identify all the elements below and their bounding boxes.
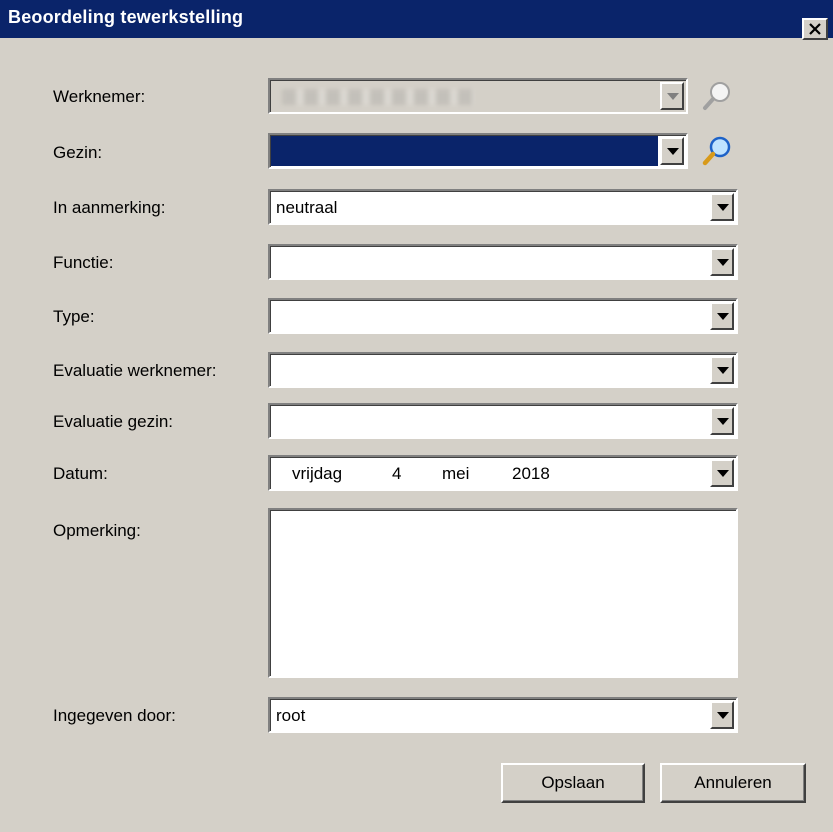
gezin-combobox[interactable] xyxy=(268,133,688,169)
gezin-selection-highlight xyxy=(271,136,658,166)
in-aanmerking-value: neutraal xyxy=(276,198,338,217)
datum-picker[interactable]: vrijdag 4 mei 2018 xyxy=(268,455,738,491)
datum-day[interactable]: 4 xyxy=(392,464,401,484)
save-button[interactable]: Opslaan xyxy=(501,763,645,803)
werknemer-value-redacted xyxy=(282,89,474,105)
magnifier-icon xyxy=(702,136,731,166)
werknemer-combobox[interactable] xyxy=(268,78,688,114)
evaluatie-gezin-combobox[interactable] xyxy=(268,403,738,439)
datum-dropdown-button[interactable] xyxy=(710,459,734,487)
werknemer-label: Werknemer: xyxy=(53,87,146,106)
ingegeven-door-label: Ingegeven door: xyxy=(53,706,176,725)
evaluatie-werknemer-dropdown-button[interactable] xyxy=(710,356,734,384)
close-icon xyxy=(809,23,821,35)
gezin-search-button[interactable] xyxy=(700,134,734,168)
cancel-button[interactable]: Annuleren xyxy=(660,763,806,803)
close-button[interactable] xyxy=(802,18,828,40)
datum-year[interactable]: 2018 xyxy=(512,464,550,484)
evaluatie-gezin-label: Evaluatie gezin: xyxy=(53,412,174,431)
werknemer-search-button[interactable] xyxy=(700,79,734,113)
title-bar: Beoordeling tewerkstelling xyxy=(0,0,833,40)
in-aanmerking-dropdown-button[interactable] xyxy=(710,193,734,221)
datum-weekday[interactable]: vrijdag xyxy=(292,464,342,484)
gezin-label: Gezin: xyxy=(53,143,103,162)
in-aanmerking-combobox[interactable]: neutraal xyxy=(268,189,738,225)
evaluatie-gezin-dropdown-button[interactable] xyxy=(710,407,734,435)
in-aanmerking-label: In aanmerking: xyxy=(53,198,166,217)
window-title: Beoordeling tewerkstelling xyxy=(8,7,244,27)
type-label: Type: xyxy=(53,307,95,326)
evaluatie-werknemer-label: Evaluatie werknemer: xyxy=(53,361,217,380)
ingegeven-door-value: root xyxy=(276,706,306,725)
opmerking-textarea[interactable] xyxy=(268,508,738,678)
datum-month[interactable]: mei xyxy=(442,464,469,484)
magnifier-icon xyxy=(703,82,730,110)
functie-combobox[interactable] xyxy=(268,244,738,280)
datum-label: Datum: xyxy=(53,464,108,483)
type-dropdown-button[interactable] xyxy=(710,302,734,330)
evaluatie-werknemer-combobox[interactable] xyxy=(268,352,738,388)
type-combobox[interactable] xyxy=(268,298,738,334)
functie-label: Functie: xyxy=(53,253,114,272)
opmerking-label: Opmerking: xyxy=(53,521,141,540)
ingegeven-door-combobox[interactable]: root xyxy=(268,697,738,733)
werknemer-dropdown-button[interactable] xyxy=(660,82,684,110)
gezin-dropdown-button[interactable] xyxy=(660,137,684,165)
ingegeven-door-dropdown-button[interactable] xyxy=(710,701,734,729)
functie-dropdown-button[interactable] xyxy=(710,248,734,276)
dialog-window: Beoordeling tewerkstelling Werknemer: Ge… xyxy=(0,0,833,832)
